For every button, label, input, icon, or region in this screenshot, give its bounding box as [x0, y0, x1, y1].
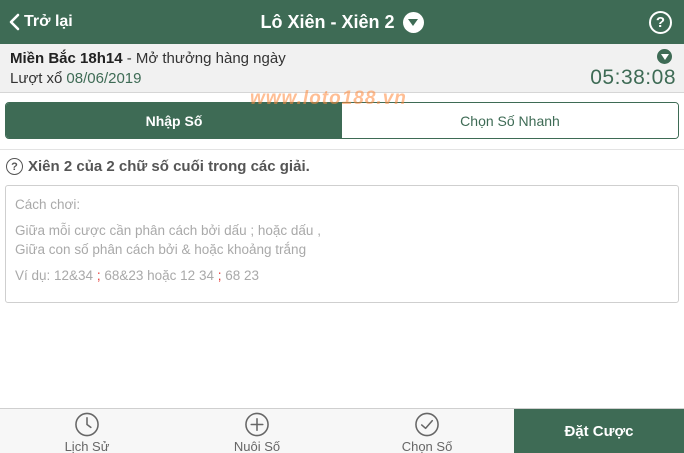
description-text: Xiên 2 của 2 chữ số cuối trong các giải. [28, 158, 310, 175]
nav-label: Nuôi Số [233, 439, 281, 453]
countdown-timer: 05:38:08 [590, 66, 676, 89]
question-icon: ? [655, 14, 666, 31]
placeholder-line: Cách chơi: [15, 197, 81, 212]
help-button[interactable]: ? [649, 11, 672, 34]
place-bet-button[interactable]: Đặt Cược [511, 409, 684, 453]
top-bar: Trở lại Lô Xiên - Xiên 2 ? [0, 0, 684, 44]
nav-label: Lịch Sử [64, 439, 110, 453]
place-bet-label: Đặt Cược [564, 423, 634, 440]
game-select-dropdown[interactable] [402, 11, 424, 33]
placeholder-line: Giữa mỗi cược cần phân cách bởi dấu ; ho… [15, 222, 321, 238]
example-separator: ; [96, 267, 101, 283]
watermark: www.loto188.vn [250, 88, 407, 109]
example-part: 68&23 hoặc 12 34 [104, 267, 214, 283]
caret-down-icon [660, 53, 669, 60]
page-title: Lô Xiên - Xiên 2 [260, 11, 395, 32]
round-date: 08/06/2019 [66, 70, 142, 87]
draw-schedule: - Mở thưởng hàng ngày [122, 50, 286, 67]
draw-region-line: Miền Bắc 18h14 - Mở thưởng hàng ngày [10, 50, 286, 67]
question-icon: ? [6, 158, 23, 175]
placeholder-example: Ví dụ: 12&34 ; 68&23 hoặc 12 34 ; 68 23 [15, 266, 669, 286]
draw-select-dropdown[interactable] [657, 49, 672, 64]
example-separator: ; [217, 267, 222, 283]
placeholder-line: Giữa con số phân cách bởi & hoặc khoảng … [15, 242, 307, 257]
title-area: Lô Xiên - Xiên 2 [0, 9, 684, 35]
caret-down-icon [408, 18, 419, 26]
draw-info-bar: Miền Bắc 18h14 - Mở thưởng hàng ngày Lượ… [0, 44, 684, 93]
nav-nuoi-so[interactable]: Nuôi Số [207, 412, 307, 453]
nav-label: Chọn Số [401, 439, 453, 453]
clock-icon [75, 412, 99, 437]
number-input-area[interactable]: Cách chơi: Giữa mỗi cược cần phân cách b… [5, 185, 679, 303]
nav-chon-so[interactable]: Chọn Số [377, 412, 477, 453]
nav-lich-su[interactable]: Lịch Sử [37, 412, 137, 453]
ticket-edge [511, 409, 517, 453]
example-part: 68 23 [225, 267, 260, 283]
divider [0, 149, 684, 150]
round-label: Lượt xổ [10, 70, 63, 87]
bottom-nav: Lịch Sử Nuôi Số Chọn Số Đặt Cược [0, 408, 684, 453]
app-root: Trở lại Lô Xiên - Xiên 2 ? Miền Bắc 18h1… [0, 0, 684, 453]
draw-round-line: Lượt xổ 08/06/2019 [10, 70, 141, 87]
draw-region: Miền Bắc 18h14 [10, 50, 123, 67]
game-description: ? Xiên 2 của 2 chữ số cuối trong các giả… [6, 158, 310, 175]
example-part: Ví dụ: 12&34 [15, 267, 94, 283]
check-circle-icon [415, 412, 439, 437]
plus-circle-icon [245, 412, 269, 437]
